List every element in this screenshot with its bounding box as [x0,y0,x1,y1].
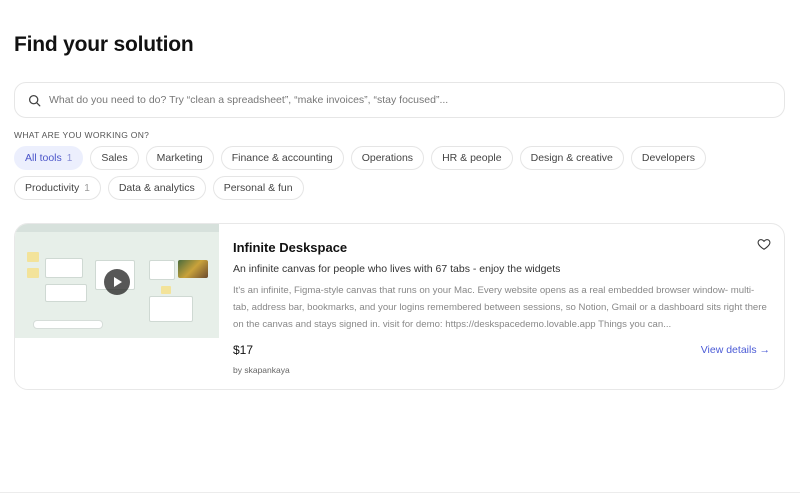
footer-divider [0,492,800,493]
chip-label: All tools [25,152,62,164]
chip-label: Productivity [25,182,80,194]
thumbnail-toolbar [15,224,219,232]
filter-chips: All tools 1 Sales Marketing Finance & ac… [14,146,786,200]
chip-developers[interactable]: Developers [630,146,707,170]
thumbnail-window [149,260,175,280]
chip-sales[interactable]: Sales [90,146,139,170]
heart-icon[interactable] [757,237,771,251]
chip-label: Marketing [156,152,203,164]
thumbnail-dock [33,320,103,329]
filters-label: WHAT ARE YOU WORKING ON? [14,130,150,140]
chip-design-creative[interactable]: Design & creative [519,146,624,170]
chip-all-tools[interactable]: All tools 1 [14,146,84,170]
chip-productivity[interactable]: Productivity 1 [14,176,101,200]
play-icon[interactable] [104,269,130,295]
product-tagline: An infinite canvas for people who lives … [233,263,561,275]
chip-label: Data & analytics [118,182,195,194]
chip-label: Design & creative [530,152,613,164]
chip-data-analytics[interactable]: Data & analytics [107,176,206,200]
chip-label: HR & people [442,152,502,164]
chip-count: 1 [84,182,90,194]
thumbnail-window [149,296,193,322]
product-thumbnail[interactable] [15,224,219,338]
chip-label: Operations [361,152,414,164]
search-input[interactable] [49,94,784,106]
chip-label: Finance & accounting [231,152,333,164]
chip-count: 1 [66,152,73,164]
product-price: $17 [233,343,254,357]
chip-label: Developers [641,152,696,164]
chip-finance-accounting[interactable]: Finance & accounting [220,146,344,170]
chip-operations[interactable]: Operations [350,146,425,170]
chip-hr-people[interactable]: HR & people [431,146,513,170]
thumbnail-sticky [27,252,39,262]
view-details-link[interactable]: View details → [701,344,770,356]
product-author: by skapankaya [233,365,290,375]
chip-marketing[interactable]: Marketing [145,146,214,170]
thumbnail-window [45,258,83,278]
thumbnail-sticky [161,286,171,294]
page-title: Find your solution [14,33,194,56]
search-bar[interactable] [14,82,785,118]
chip-label: Sales [101,152,128,164]
chip-personal-fun[interactable]: Personal & fun [212,176,304,200]
thumbnail-window [45,284,87,302]
product-description: It's an infinite, Figma-style canvas tha… [233,285,767,330]
product-name[interactable]: Infinite Deskspace [233,240,347,255]
thumbnail-sticky [27,268,39,278]
chip-label: Personal & fun [223,182,293,194]
product-card[interactable]: Infinite Deskspace An infinite canvas fo… [14,223,785,390]
thumbnail-image [178,260,208,278]
search-icon [27,93,41,107]
